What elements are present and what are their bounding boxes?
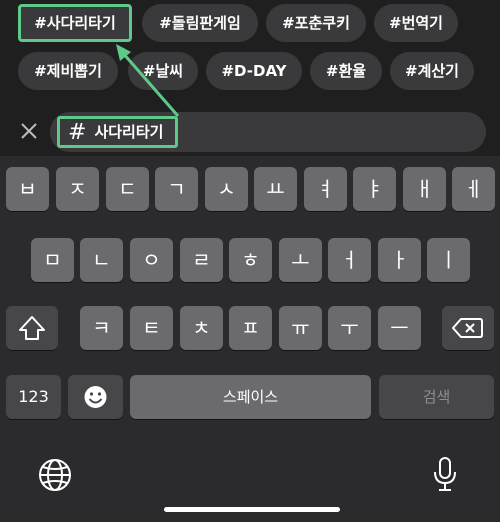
key-n[interactable]: ㄴ <box>80 238 123 282</box>
key-j[interactable]: ㅈ <box>56 167 99 211</box>
key-a[interactable]: ㅏ <box>378 238 421 282</box>
emoji-key[interactable] <box>68 375 123 419</box>
chip-roulette-game[interactable]: #돌림판게임 <box>142 4 258 42</box>
chip-d-day[interactable]: #D-DAY <box>206 52 302 90</box>
key-r[interactable]: ㄹ <box>180 238 223 282</box>
key-o[interactable]: ㅗ <box>279 238 322 282</box>
key-k[interactable]: ㅋ <box>80 306 123 350</box>
backspace-key[interactable] <box>442 306 494 350</box>
key-h[interactable]: ㅎ <box>229 238 272 282</box>
home-indicator <box>164 507 340 512</box>
key-ng[interactable]: ㅇ <box>130 238 173 282</box>
chip-fortune-cookie[interactable]: #포춘쿠키 <box>266 4 366 42</box>
chip-translator[interactable]: #번역기 <box>374 4 458 42</box>
key-yeo[interactable]: ㅕ <box>304 167 347 211</box>
key-t[interactable]: ㅌ <box>130 306 173 350</box>
search-query-text: 사다리타기 <box>94 123 164 141</box>
hash-symbol: # <box>68 120 87 145</box>
space-key[interactable]: 스페이스 <box>130 375 371 419</box>
numbers-key[interactable]: 123 <box>6 375 61 419</box>
globe-icon[interactable] <box>38 458 72 492</box>
microphone-icon[interactable] <box>432 456 458 492</box>
close-icon[interactable] <box>14 116 44 146</box>
key-d[interactable]: ㄷ <box>106 167 149 211</box>
chip-weather[interactable]: #날씨 <box>128 52 198 90</box>
key-i[interactable]: ㅣ <box>427 238 470 282</box>
key-ch[interactable]: ㅊ <box>180 306 223 350</box>
key-yu[interactable]: ㅠ <box>279 306 322 350</box>
search-query[interactable]: # 사다리타기 <box>57 116 179 148</box>
chip-exchange-rate[interactable]: #환율 <box>310 52 382 90</box>
key-u[interactable]: ㅜ <box>328 306 371 350</box>
search-key[interactable]: 검색 <box>379 375 494 419</box>
key-eu[interactable]: ㅡ <box>378 306 421 350</box>
key-p[interactable]: ㅍ <box>229 306 272 350</box>
shift-icon <box>19 316 45 340</box>
shift-key[interactable] <box>6 306 58 350</box>
key-ae[interactable]: ㅐ <box>403 167 446 211</box>
key-eo[interactable]: ㅓ <box>328 238 371 282</box>
key-b[interactable]: ㅂ <box>6 167 49 211</box>
key-g[interactable]: ㄱ <box>155 167 198 211</box>
key-e[interactable]: ㅔ <box>452 167 495 211</box>
chip-calculator[interactable]: #계산기 <box>390 52 474 90</box>
chip-ladder-game[interactable]: #사다리타기 <box>18 4 132 42</box>
chip-draw-lots[interactable]: #제비뽑기 <box>18 52 118 90</box>
key-s[interactable]: ㅅ <box>205 167 248 211</box>
key-m[interactable]: ㅁ <box>31 238 74 282</box>
key-ya[interactable]: ㅑ <box>353 167 396 211</box>
backspace-icon <box>452 318 483 338</box>
emoji-icon <box>84 386 107 408</box>
key-yo[interactable]: ㅛ <box>254 167 297 211</box>
